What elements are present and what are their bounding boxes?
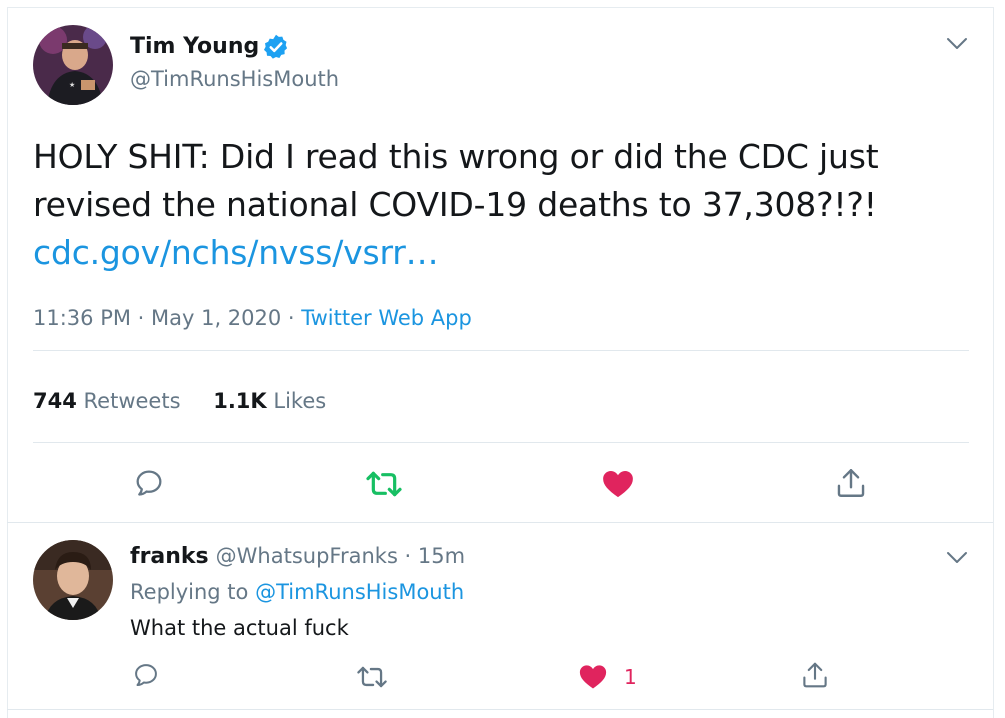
share-icon[interactable] (834, 466, 868, 504)
svg-text:★: ★ (69, 81, 75, 89)
tweet-text-line-2: revised the national COVID-19 deaths to … (33, 185, 877, 224)
likes-count: 1.1K (213, 389, 267, 413)
tweet-text-line-1: HOLY SHIT: Did I read this wrong or did … (33, 137, 879, 176)
chevron-down-icon[interactable] (946, 550, 968, 569)
tweet-link[interactable]: cdc.gov/nchs/nvss/vsrr… (33, 229, 439, 277)
verified-badge-icon (262, 33, 290, 65)
retweets-stat[interactable]: 744 Retweets (33, 389, 181, 413)
reply-icon[interactable] (132, 661, 160, 693)
replying-to-handle[interactable]: @TimRunsHisMouth (255, 580, 464, 604)
retweets-count: 744 (33, 389, 77, 413)
divider (7, 709, 993, 710)
avatar[interactable] (33, 540, 113, 620)
tweet-source[interactable]: Twitter Web App (301, 306, 472, 330)
like-icon[interactable] (601, 467, 635, 503)
author-handle[interactable]: @TimRunsHisMouth (130, 67, 339, 91)
retweet-icon[interactable] (364, 468, 404, 504)
tweet-stats: 744 Retweets 1.1K Likes (33, 389, 326, 413)
author-name[interactable]: Tim Young (130, 34, 259, 59)
reply-header: franks @WhatsupFranks · 15m (130, 544, 465, 569)
reply-like-count: 1 (624, 665, 637, 689)
retweets-label: Retweets (83, 389, 181, 413)
avatar[interactable]: ★ (33, 25, 113, 105)
reply-icon[interactable] (133, 467, 165, 503)
like-icon[interactable] (578, 662, 608, 694)
reply-author-handle[interactable]: @WhatsupFranks · 15m (216, 544, 465, 568)
chevron-down-icon[interactable] (946, 36, 968, 55)
share-icon[interactable] (800, 660, 830, 694)
likes-stat[interactable]: 1.1K Likes (213, 389, 326, 413)
reply-author-name[interactable]: franks (130, 544, 209, 569)
tweet-time[interactable]: 11:36 PM · May 1, 2020 · (33, 306, 301, 330)
divider (33, 442, 969, 443)
replying-label: Replying to (130, 580, 256, 604)
replying-to: Replying to @TimRunsHisMouth (130, 580, 464, 604)
retweet-icon[interactable] (355, 663, 389, 695)
reply-text: What the actual fuck (130, 616, 349, 640)
tweet-frame (7, 7, 994, 718)
tweet-timestamp: 11:36 PM · May 1, 2020 · Twitter Web App (33, 306, 472, 330)
divider (7, 522, 993, 523)
likes-label: Likes (273, 389, 327, 413)
divider (33, 350, 969, 351)
